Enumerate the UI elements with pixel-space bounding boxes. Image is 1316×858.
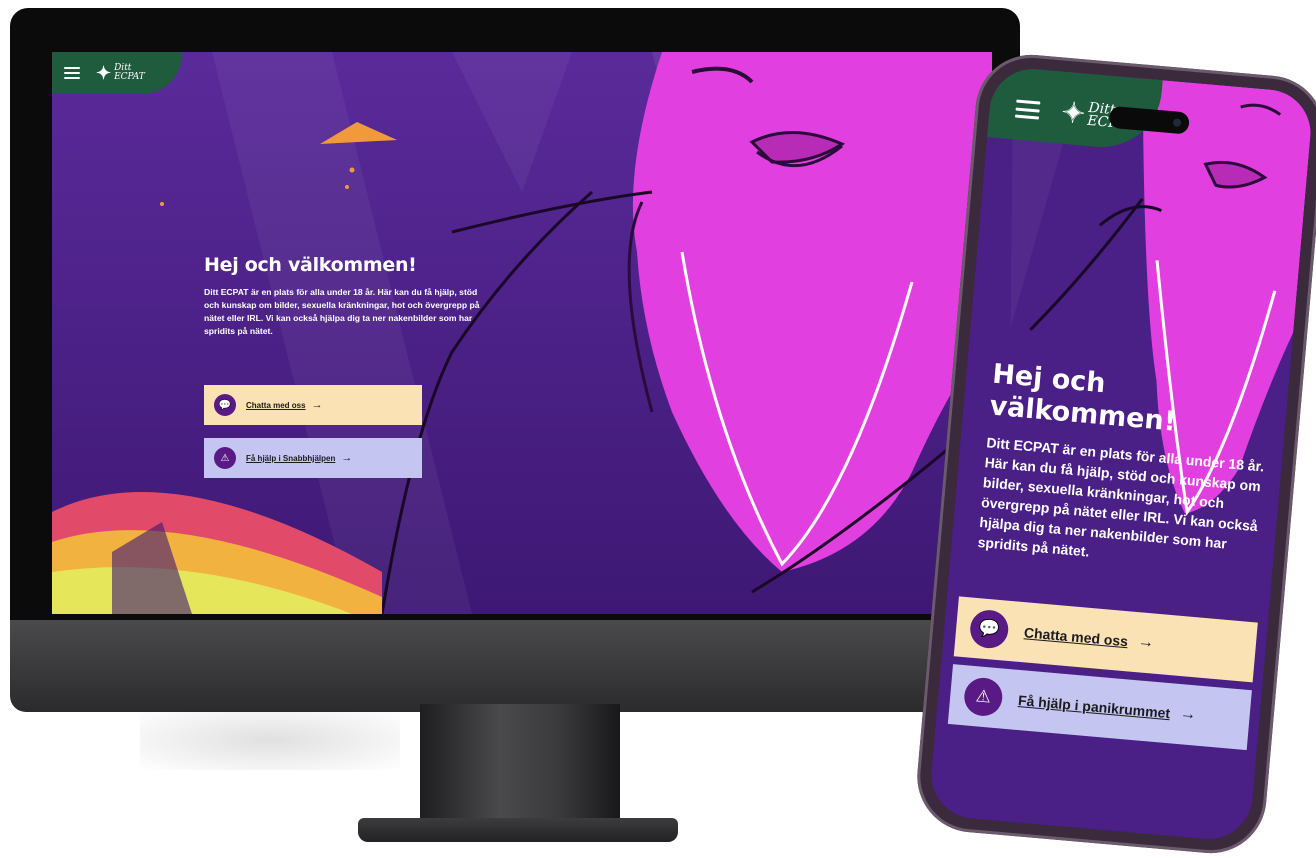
logo-figure-icon: ✦ bbox=[1060, 96, 1087, 130]
desktop-screen: ✦ Ditt ECPAT Hej och välkommen! Ditt ECP… bbox=[52, 52, 992, 614]
monitor-shadow bbox=[140, 710, 400, 770]
quick-help-button[interactable]: ⚠ Få hjälp i Snabbhjälpen → bbox=[204, 438, 422, 478]
monitor-chin bbox=[10, 620, 1020, 712]
monitor-stand-foot bbox=[358, 818, 678, 842]
hero-content: Hej och välkommen! Ditt ECPAT är en plat… bbox=[204, 254, 484, 338]
chat-button[interactable]: 💬 Chatta med oss → bbox=[204, 385, 422, 425]
warning-icon: ⚠ bbox=[214, 447, 236, 469]
arrow-right-icon: → bbox=[311, 399, 323, 411]
monitor-stand-neck bbox=[420, 704, 620, 822]
mobile-intro-text: Ditt ECPAT är en plats för alla under 18… bbox=[977, 434, 1265, 560]
page-title: Hej och välkommen! bbox=[204, 254, 417, 276]
mobile-chat-button-label: Chatta med oss bbox=[1023, 624, 1129, 650]
intro-text: Ditt ECPAT är en plats för alla under 18… bbox=[204, 287, 480, 336]
mobile-phone: ✦ Ditt ECPAT Hej och välkommen! Ditt ECP… bbox=[912, 50, 1316, 858]
site-header: ✦ Ditt ECPAT bbox=[52, 52, 182, 94]
logo-text-ecpat: ECPAT bbox=[114, 72, 145, 82]
menu-icon[interactable] bbox=[1014, 99, 1041, 120]
logo-figure-icon: ✦ bbox=[96, 63, 112, 83]
chat-button-label: Chatta med oss bbox=[246, 400, 306, 410]
desktop-monitor: ✦ Ditt ECPAT Hej och välkommen! Ditt ECP… bbox=[10, 8, 1020, 712]
chat-bubble-icon: 💬 bbox=[214, 394, 236, 416]
arrow-right-icon: → bbox=[341, 452, 353, 464]
chat-bubble-icon: 💬 bbox=[968, 608, 1010, 650]
arrow-right-icon: → bbox=[1137, 633, 1155, 652]
camera-icon bbox=[1172, 118, 1182, 127]
arrow-right-icon: → bbox=[1179, 705, 1197, 724]
ditt-ecpat-logo[interactable]: ✦ Ditt ECPAT bbox=[96, 63, 145, 83]
mobile-panic-room-button-label: Få hjälp i panikrummet bbox=[1017, 692, 1171, 722]
menu-icon[interactable] bbox=[64, 67, 80, 79]
quick-help-button-label: Få hjälp i Snabbhjälpen bbox=[246, 453, 336, 463]
warning-icon: ⚠ bbox=[962, 676, 1004, 718]
mobile-hero-content: Hej och välkommen! Ditt ECPAT är en plat… bbox=[977, 359, 1283, 578]
mobile-screen: ✦ Ditt ECPAT Hej och välkommen! Ditt ECP… bbox=[927, 65, 1315, 843]
hero-illustration bbox=[52, 52, 992, 614]
